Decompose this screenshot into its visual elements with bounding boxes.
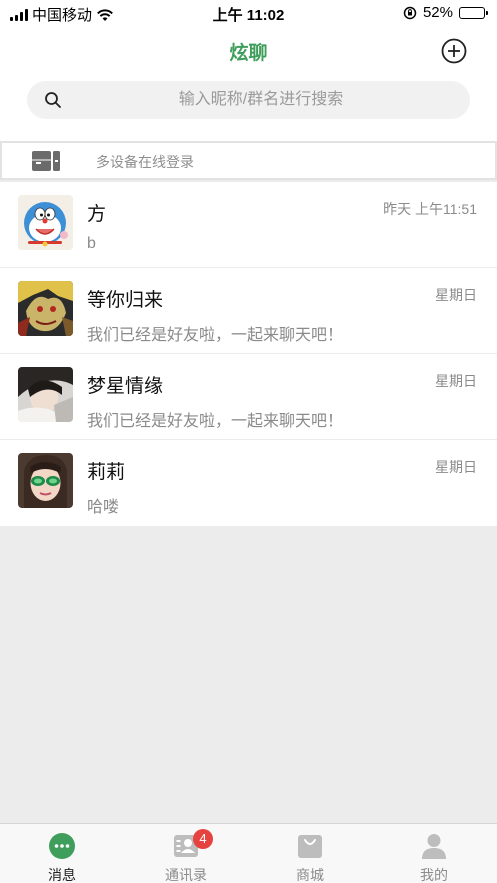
tab-profile[interactable]: 我的 [372,824,496,883]
shopping-bag-icon [298,835,322,858]
chat-name: 莉莉 [87,462,126,483]
tab-shop[interactable]: 商城 [248,824,372,883]
plus-circle-icon[interactable] [441,38,467,64]
chat-last-message: b [87,235,96,252]
search-icon [45,92,61,108]
header: 炫聊 [0,26,497,141]
multi-device-label: 多设备在线登录 [96,154,194,170]
unread-badge: 4 [193,829,213,849]
chat-last-message: 我们已经是好友啦，一起来聊天吧！ [87,327,344,344]
bottom-tab-bar: 消息 4 通讯录 商城 我的 [0,823,497,883]
sunglasses-photo-avatar [18,453,73,508]
girl-photo-avatar [18,367,73,422]
chat-time: 星期日 [435,373,477,389]
devices-icon [32,151,60,171]
chat-list-item[interactable]: 等你归来 星期日 我们已经是好友啦，一起来聊天吧！ [0,268,497,354]
chat-name: 梦星情缘 [87,376,164,397]
chat-time: 昨天 上午11:51 [383,201,477,217]
chat-last-message: 哈喽 [87,499,120,516]
chat-bubble-icon [49,833,75,859]
status-right: 52% [403,4,488,21]
tab-label: 我的 [420,867,448,883]
chat-list: 方 昨天 上午11:51 b 等你归来 星期日 我们已经是好友啦，一起来聊天吧！ [0,182,497,526]
chat-list-item[interactable]: 梦星情缘 星期日 我们已经是好友啦，一起来聊天吧！ [0,354,497,440]
status-bar: 中国移动 上午 11:02 52% [0,0,497,26]
tab-label: 消息 [48,867,76,883]
chat-list-item[interactable]: 方 昨天 上午11:51 b [0,182,497,268]
rotation-lock-icon [403,6,417,19]
chat-name: 等你归来 [87,290,164,311]
chat-time: 星期日 [435,459,477,475]
page-title: 炫聊 [229,43,268,64]
chat-time: 星期日 [435,287,477,303]
search-input[interactable] [71,81,451,119]
search-box[interactable] [27,81,470,119]
battery-percent: 52% [422,4,453,21]
chat-name: 方 [87,204,107,225]
person-icon [422,834,446,859]
multi-device-banner[interactable]: 多设备在线登录 [0,141,497,180]
chat-list-item[interactable]: 莉莉 星期日 哈喽 [0,440,497,526]
dragon-avatar [18,281,73,336]
doraemon-avatar [18,195,73,250]
tab-contacts[interactable]: 4 通讯录 [124,824,248,883]
tab-label: 通讯录 [165,867,207,883]
tab-messages[interactable]: 消息 [0,824,124,883]
chat-last-message: 我们已经是好友啦，一起来聊天吧！ [87,413,344,430]
tab-label: 商城 [296,867,324,883]
battery-icon [459,6,488,19]
